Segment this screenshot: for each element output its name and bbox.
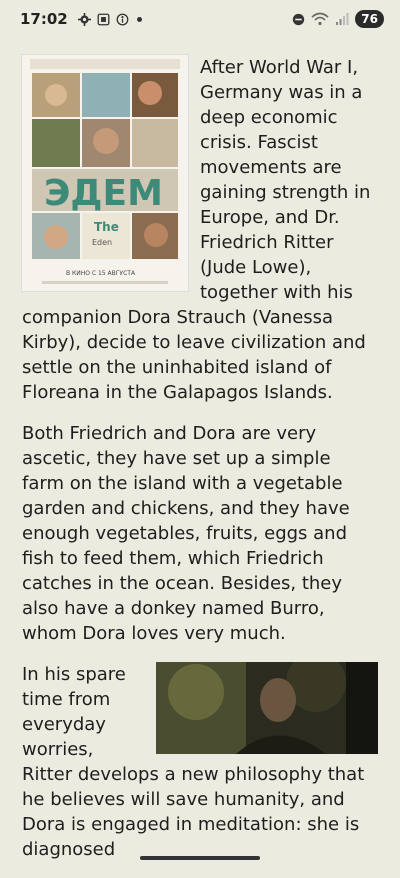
battery-icon: 76 [355,10,384,28]
movie-still-image [156,662,378,754]
article-content: ЭДЕМ The Eden В КИНО С 15 АВГУСТА After … [22,55,378,878]
screenshot-icon [97,13,110,25]
still-artwork [156,662,378,754]
notification-dot [136,16,142,22]
poster-subtitle: The [94,220,119,234]
gear-icon [77,12,91,26]
wifi-icon [311,12,329,26]
movie-poster-image: ЭДЕМ The Eden В КИНО С 15 АВГУСТА [22,55,188,291]
dnd-icon [293,13,305,25]
signal-icon [336,13,349,25]
accessibility-icon [116,13,129,25]
article-paragraph-2: Both Friedrich and Dora are very ascetic… [22,423,350,644]
status-left: 17:02 [20,10,142,28]
status-right: 76 [292,10,384,28]
poster-artwork: ЭДЕМ The Eden В КИНО С 15 АВГУСТА [22,55,188,291]
poster-release-text: В КИНО С 15 АВГУСТА [66,270,136,277]
status-time: 17:02 [20,10,68,28]
poster-subtitle-2: Eden [92,238,112,247]
home-indicator[interactable] [140,856,260,860]
poster-title: ЭДЕМ [44,173,163,214]
status-bar: 17:02 76 [0,0,400,38]
